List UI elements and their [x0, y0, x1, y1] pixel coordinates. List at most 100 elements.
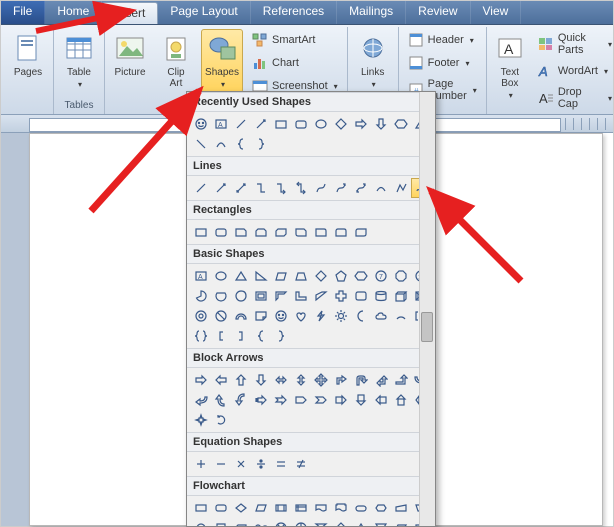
line-elbow-double[interactable]	[291, 178, 311, 198]
bs-oval[interactable]	[211, 266, 231, 286]
clipart-button[interactable]: Clip Art	[155, 29, 197, 93]
ba-callout-down[interactable]	[351, 390, 371, 410]
bs-can[interactable]	[371, 286, 391, 306]
shape-rectangle[interactable]	[271, 114, 291, 134]
ba-curved-down[interactable]	[231, 390, 251, 410]
rect-round1[interactable]	[311, 222, 331, 242]
rect-snip2[interactable]	[251, 222, 271, 242]
rect-plain[interactable]	[191, 222, 211, 242]
bs-sun[interactable]	[331, 306, 351, 326]
chart-button[interactable]: Chart	[247, 52, 343, 74]
shape-diamond[interactable]	[331, 114, 351, 134]
dropcap-button[interactable]: ADrop Cap▾	[533, 83, 614, 113]
tab-view[interactable]: View	[471, 1, 522, 24]
bs-smiley[interactable]	[271, 306, 291, 326]
line-straight[interactable]	[191, 178, 211, 198]
shape-ellipse[interactable]	[311, 114, 331, 134]
bs-nosymbol[interactable]	[211, 306, 231, 326]
rect-round2[interactable]	[331, 222, 351, 242]
line-curved-arrow[interactable]	[331, 178, 351, 198]
ba-left[interactable]	[211, 370, 231, 390]
fc-alt-process[interactable]	[211, 498, 231, 518]
header-button[interactable]: Header▾	[403, 29, 482, 51]
ba-callout-left[interactable]	[371, 390, 391, 410]
textbox-button[interactable]: A Text Box▾	[491, 29, 529, 104]
ba-quad[interactable]	[311, 370, 331, 390]
ba-callout-up[interactable]	[391, 390, 411, 410]
scrollbar-thumb[interactable]	[421, 312, 433, 342]
bs-plaque[interactable]	[351, 286, 371, 306]
bs-cloud[interactable]	[371, 306, 391, 326]
fc-tape[interactable]	[251, 518, 271, 527]
bs-leftbrace[interactable]	[251, 326, 271, 346]
bs-rightbrace[interactable]	[271, 326, 291, 346]
eq-multiply[interactable]	[231, 454, 251, 474]
shape-smiley[interactable]	[191, 114, 211, 134]
fc-document[interactable]	[311, 498, 331, 518]
ba-bentup[interactable]	[391, 370, 411, 390]
bs-heptagon[interactable]: 7	[371, 266, 391, 286]
line-elbow[interactable]	[251, 178, 271, 198]
tab-home[interactable]: Home	[45, 1, 102, 24]
eq-equal[interactable]	[271, 454, 291, 474]
ba-chevron[interactable]	[311, 390, 331, 410]
fc-data[interactable]	[251, 498, 271, 518]
shape-line-arrow[interactable]	[251, 114, 271, 134]
ba-callout-right[interactable]	[331, 390, 351, 410]
footer-button[interactable]: Footer▾	[403, 52, 482, 74]
fc-multidoc[interactable]	[331, 498, 351, 518]
line-curved-double[interactable]	[351, 178, 371, 198]
line-freeform[interactable]	[391, 178, 411, 198]
links-button[interactable]: Links▾	[352, 29, 394, 93]
eq-divide[interactable]	[251, 454, 271, 474]
ba-up[interactable]	[231, 370, 251, 390]
table-button[interactable]: Table▾	[58, 29, 100, 93]
gallery-scrollbar[interactable]	[419, 92, 435, 526]
rect-rounded[interactable]	[211, 222, 231, 242]
bs-cross[interactable]	[331, 286, 351, 306]
tab-references[interactable]: References	[251, 1, 337, 24]
eq-plus[interactable]	[191, 454, 211, 474]
fc-merge[interactable]	[371, 518, 391, 527]
bs-textbox[interactable]: A	[191, 266, 211, 286]
picture-button[interactable]: Picture	[109, 29, 151, 82]
shape-line[interactable]	[231, 114, 251, 134]
fc-decision[interactable]	[231, 498, 251, 518]
shape-line2[interactable]	[191, 134, 211, 154]
bs-diag-stripe[interactable]	[311, 286, 331, 306]
tab-page-layout[interactable]: Page Layout	[158, 1, 250, 24]
fc-or[interactable]	[291, 518, 311, 527]
line-curve[interactable]	[371, 178, 391, 198]
bs-triangle[interactable]	[231, 266, 251, 286]
ba-callout-quad[interactable]	[191, 410, 211, 430]
quickparts-button[interactable]: Quick Parts▾	[533, 29, 614, 59]
bs-octagon[interactable]	[391, 266, 411, 286]
ba-curved-up[interactable]	[211, 390, 231, 410]
line-elbow-arrow[interactable]	[271, 178, 291, 198]
line-double-arrow[interactable]	[231, 178, 251, 198]
shape-arrow-right[interactable]	[351, 114, 371, 134]
shape-textbox[interactable]: A	[211, 114, 231, 134]
bs-frame[interactable]	[251, 286, 271, 306]
bs-parallelogram[interactable]	[271, 266, 291, 286]
ba-bent[interactable]	[331, 370, 351, 390]
fc-stored[interactable]	[391, 518, 411, 527]
ba-notched[interactable]	[271, 390, 291, 410]
tab-insert[interactable]: Insert	[102, 2, 158, 24]
shape-brace-right[interactable]	[251, 134, 271, 154]
ba-circular[interactable]	[211, 410, 231, 430]
shape-arc[interactable]	[211, 134, 231, 154]
tab-review[interactable]: Review	[406, 1, 470, 24]
bs-pentagon[interactable]	[331, 266, 351, 286]
bs-hexagon[interactable]	[351, 266, 371, 286]
eq-minus[interactable]	[211, 454, 231, 474]
fc-sort[interactable]	[331, 518, 351, 527]
smartart-button[interactable]: SmartArt	[247, 29, 343, 51]
bs-folded-corner[interactable]	[251, 306, 271, 326]
line-curved[interactable]	[311, 178, 331, 198]
fc-extract[interactable]	[351, 518, 371, 527]
wordart-button[interactable]: AWordArt▾	[533, 60, 614, 82]
bs-trapezoid[interactable]	[291, 266, 311, 286]
bs-lightning[interactable]	[311, 306, 331, 326]
bs-lshape[interactable]	[291, 286, 311, 306]
